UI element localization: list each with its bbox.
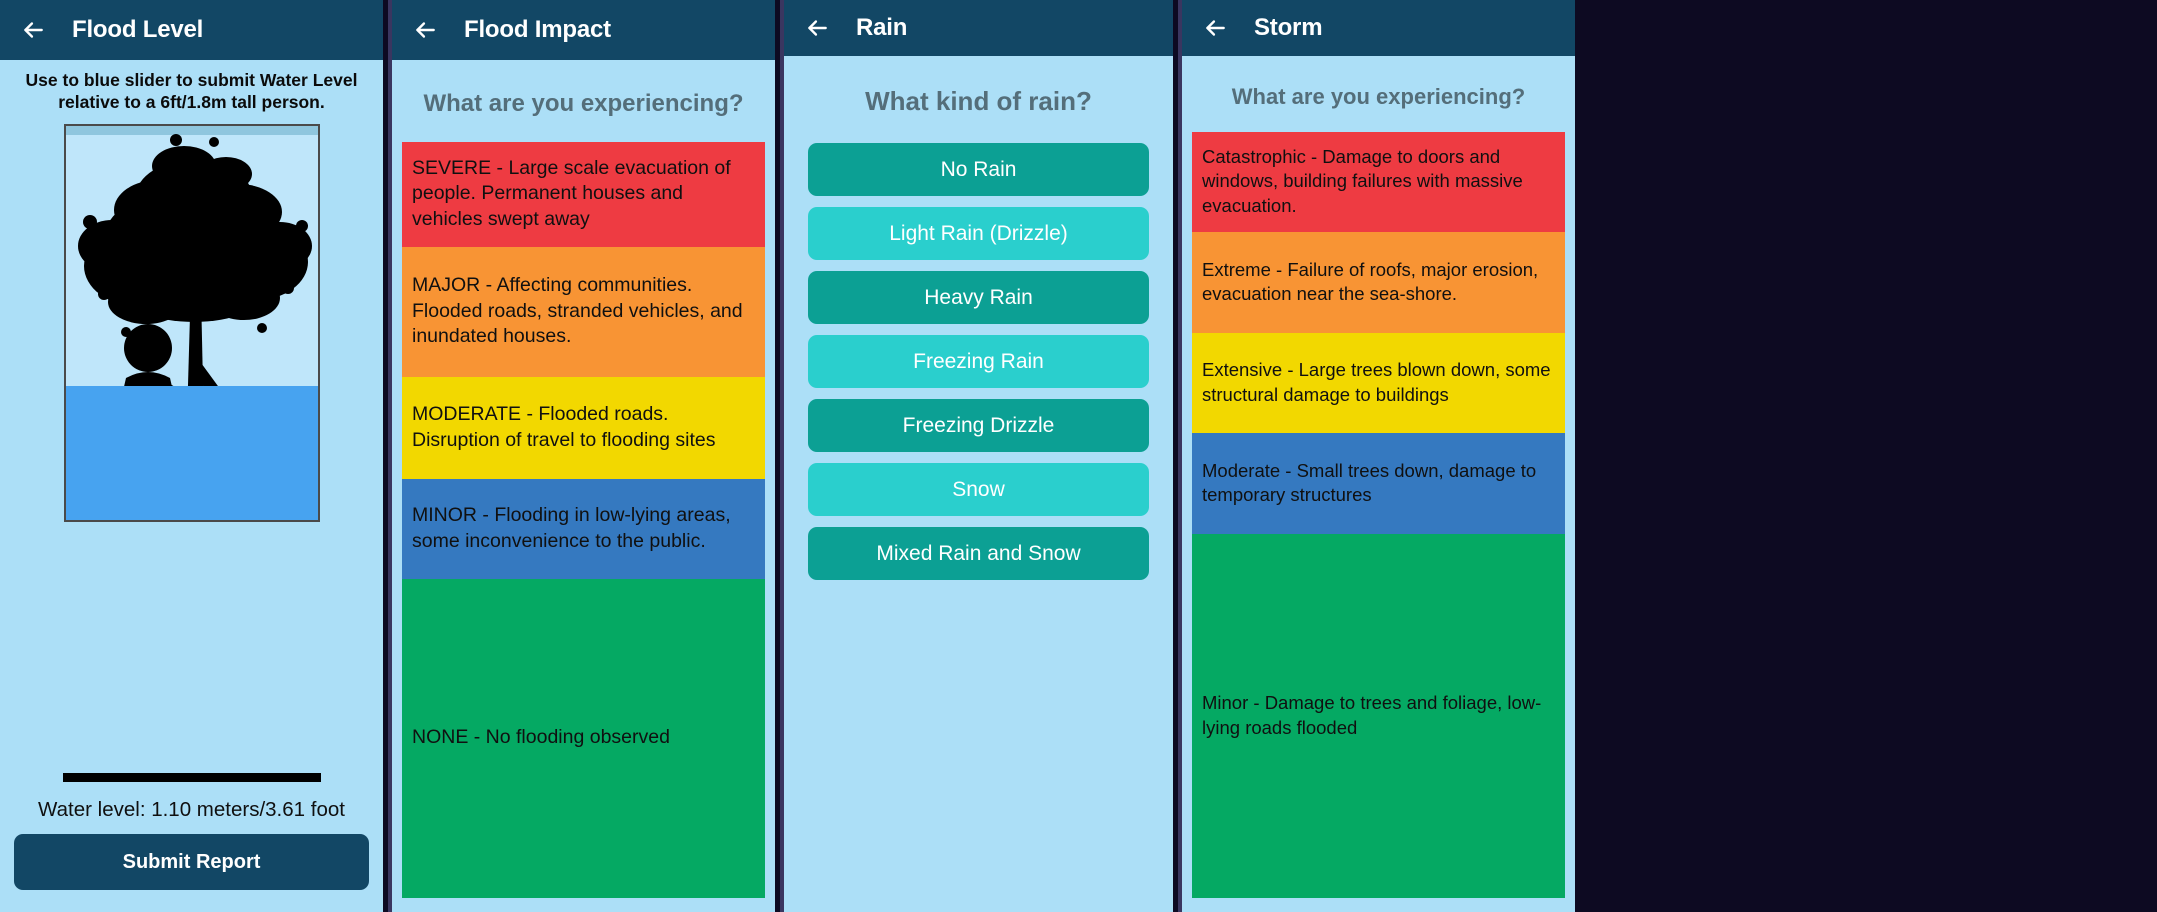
page-title: Rain	[856, 14, 908, 41]
water-fill-level[interactable]	[65, 385, 318, 520]
panel-rain: Rain What kind of rain? No Rain Light Ra…	[780, 0, 1178, 912]
flood-level-body: Use to blue slider to submit Water Level…	[0, 60, 383, 912]
instructions-text: Use to blue slider to submit Water Level…	[25, 70, 358, 112]
flood-impact-option-severe[interactable]: SEVERE - Large scale evacuation of peopl…	[402, 142, 765, 247]
storm-body: What are you experiencing? Catastrophic …	[1182, 56, 1575, 912]
flood-impact-option-major[interactable]: MAJOR - Affecting communities. Flooded r…	[402, 247, 765, 377]
storm-options-list: Catastrophic - Damage to doors and windo…	[1192, 132, 1565, 898]
panel-flood-level: Flood Level Use to blue slider to submit…	[0, 0, 388, 912]
rain-options-list: No Rain Light Rain (Drizzle) Heavy Rain …	[784, 143, 1173, 912]
water-level-gauge[interactable]	[63, 123, 320, 522]
appbar-flood-impact: Flood Impact	[392, 0, 775, 60]
screenshot-collage: Flood Level Use to blue slider to submit…	[0, 0, 2157, 912]
storm-option-extreme[interactable]: Extreme - Failure of roofs, major erosio…	[1192, 232, 1565, 333]
storm-option-extensive[interactable]: Extensive - Large trees blown down, some…	[1192, 333, 1565, 433]
water-level-gauge-wrap	[0, 118, 383, 773]
back-arrow-icon[interactable]	[800, 11, 834, 45]
page-title: Flood Level	[72, 16, 204, 43]
panel-flood-impact: Flood Impact What are you experiencing? …	[388, 0, 780, 912]
page-title: Flood Impact	[464, 16, 611, 43]
back-arrow-icon[interactable]	[1198, 11, 1232, 45]
back-arrow-icon[interactable]	[408, 13, 442, 47]
storm-option-minor[interactable]: Minor - Damage to trees and foliage, low…	[1192, 534, 1565, 898]
question-heading: What are you experiencing?	[423, 90, 744, 117]
gauge-ground-line	[62, 773, 321, 782]
panel-storm: Storm What are you experiencing? Catastr…	[1178, 0, 1575, 912]
rain-option-heavy-rain[interactable]: Heavy Rain	[808, 271, 1149, 324]
storm-option-moderate[interactable]: Moderate - Small trees down, damage to t…	[1192, 433, 1565, 534]
appbar-storm: Storm	[1182, 0, 1575, 56]
water-level-readout: Water level: 1.10 meters/3.61 foot	[38, 798, 345, 821]
question-heading: What are you experiencing?	[1231, 84, 1526, 109]
rain-option-freezing-drizzle[interactable]: Freezing Drizzle	[808, 399, 1149, 452]
flood-impact-options-list: SEVERE - Large scale evacuation of peopl…	[402, 142, 765, 898]
back-arrow-icon[interactable]	[16, 13, 50, 47]
rain-option-snow[interactable]: Snow	[808, 463, 1149, 516]
rain-option-mixed-rain-and-snow[interactable]: Mixed Rain and Snow	[808, 527, 1149, 580]
flood-impact-option-none[interactable]: NONE - No flooding observed	[402, 579, 765, 898]
rain-option-no-rain[interactable]: No Rain	[808, 143, 1149, 196]
flood-impact-option-moderate[interactable]: MODERATE - Flooded roads. Disruption of …	[402, 377, 765, 479]
appbar-flood-level: Flood Level	[0, 0, 383, 60]
rain-list-spacer	[808, 591, 1149, 912]
rain-body: What kind of rain? No Rain Light Rain (D…	[784, 56, 1173, 912]
question-heading: What kind of rain?	[865, 86, 1092, 116]
page-title: Storm	[1254, 14, 1323, 41]
appbar-rain: Rain	[784, 0, 1173, 56]
submit-report-button[interactable]: Submit Report	[14, 834, 369, 890]
storm-option-catastrophic[interactable]: Catastrophic - Damage to doors and windo…	[1192, 132, 1565, 232]
rain-option-freezing-rain[interactable]: Freezing Rain	[808, 335, 1149, 388]
flood-impact-body: What are you experiencing? SEVERE - Larg…	[392, 60, 775, 912]
rain-option-light-rain-drizzle[interactable]: Light Rain (Drizzle)	[808, 207, 1149, 260]
flood-impact-option-minor[interactable]: MINOR - Flooding in low-lying areas, som…	[402, 479, 765, 579]
